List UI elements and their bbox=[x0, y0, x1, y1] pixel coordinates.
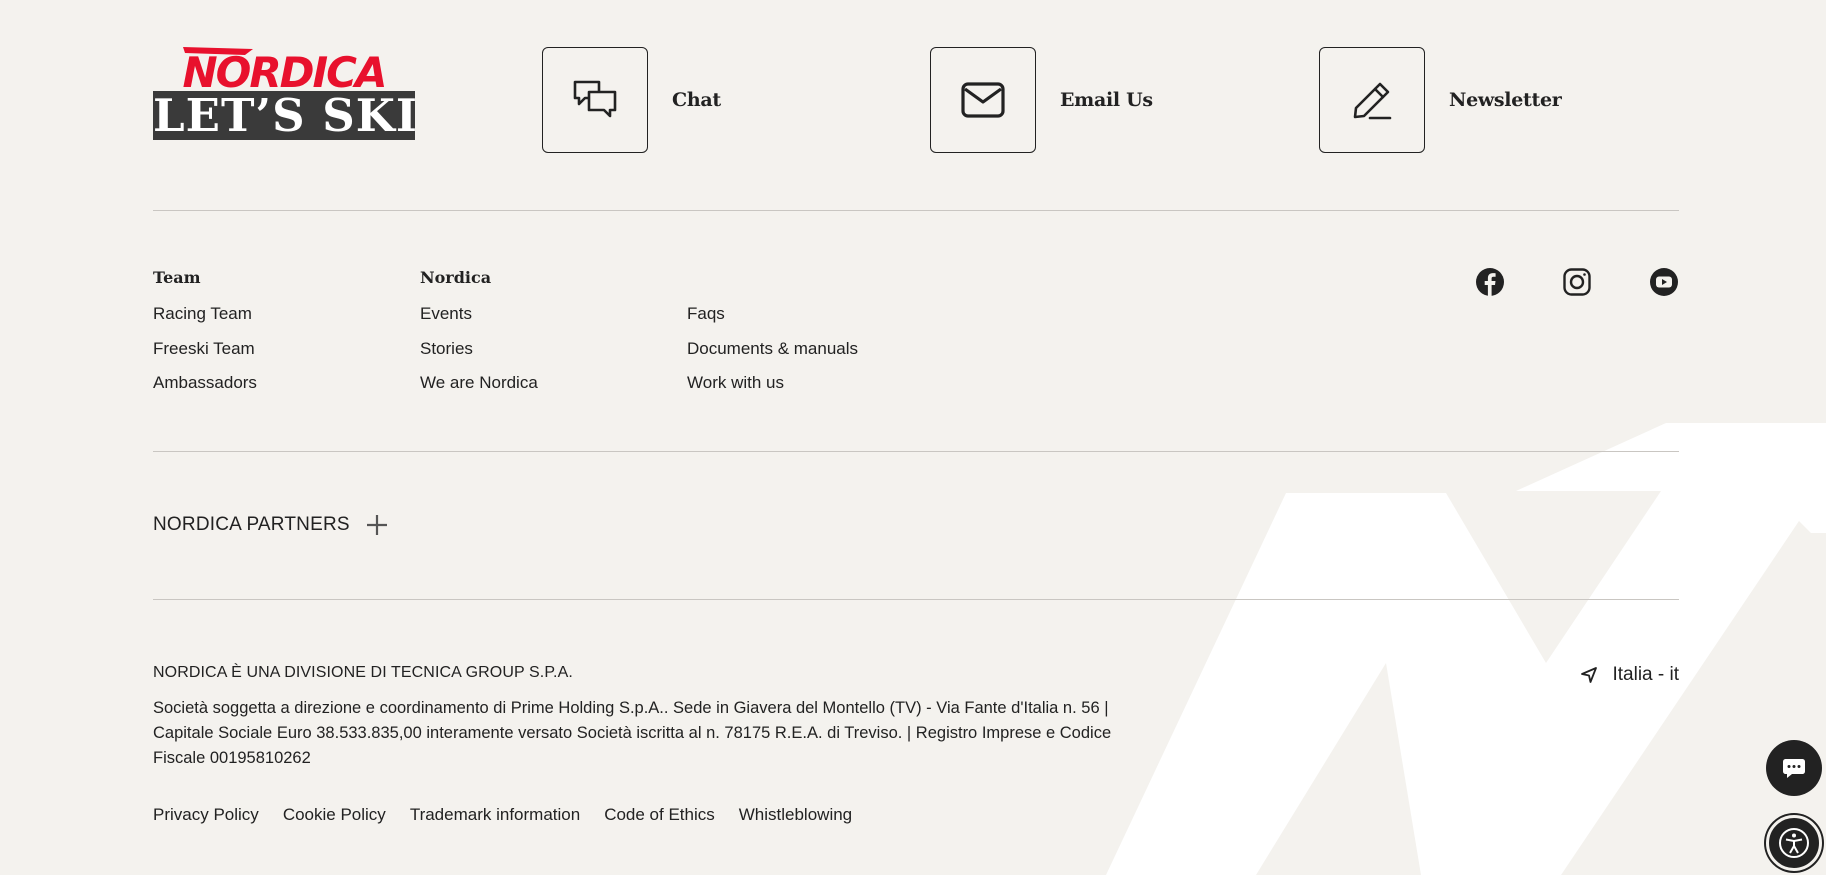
chat-icon bbox=[573, 80, 617, 118]
svg-text:NORDICA: NORDICA bbox=[182, 48, 385, 89]
link-racing-team[interactable]: Racing Team bbox=[153, 302, 257, 337]
link-faqs[interactable]: Faqs bbox=[687, 302, 858, 337]
accessibility-button[interactable] bbox=[1766, 815, 1822, 871]
link-whistleblowing[interactable]: Whistleblowing bbox=[739, 805, 852, 825]
link-events[interactable]: Events bbox=[420, 302, 538, 337]
chat-box[interactable] bbox=[542, 47, 648, 153]
chat-widget-button[interactable] bbox=[1766, 740, 1822, 796]
company-title: NORDICA È UNA DIVISIONE DI TECNICA GROUP… bbox=[153, 664, 573, 681]
divider bbox=[153, 210, 1679, 211]
link-trademark-information[interactable]: Trademark information bbox=[410, 805, 580, 825]
legal-links: Privacy Policy Cookie Policy Trademark i… bbox=[153, 805, 852, 825]
facebook-icon[interactable] bbox=[1475, 267, 1505, 297]
nordica-logo[interactable]: NORDICA LET’S SKI bbox=[153, 47, 415, 140]
instagram-icon[interactable] bbox=[1562, 267, 1592, 297]
email-contact[interactable]: Email Us bbox=[930, 47, 1153, 153]
location-arrow-icon bbox=[1581, 667, 1598, 683]
background-n-mark bbox=[1106, 423, 1826, 875]
link-documents-manuals[interactable]: Documents & manuals bbox=[687, 337, 858, 372]
support-column: Faqs Documents & manuals Work with us bbox=[687, 268, 858, 406]
link-privacy-policy[interactable]: Privacy Policy bbox=[153, 805, 259, 825]
legal-text: Società soggetta a direzione e coordinam… bbox=[153, 699, 1112, 767]
column-heading-team: Team bbox=[153, 268, 201, 287]
link-stories[interactable]: Stories bbox=[420, 337, 538, 372]
team-column: Team Racing Team Freeski Team Ambassador… bbox=[153, 268, 257, 406]
partners-toggle[interactable]: NORDICA PARTNERS bbox=[153, 514, 388, 536]
accessibility-icon bbox=[1779, 828, 1809, 858]
column-heading-support bbox=[687, 268, 858, 292]
nordica-column: Nordica Events Stories We are Nordica bbox=[420, 268, 538, 406]
locale-selector[interactable]: Italia - it bbox=[1580, 664, 1679, 686]
link-work-with-us[interactable]: Work with us bbox=[687, 371, 858, 406]
pencil-icon bbox=[1353, 82, 1392, 120]
logo-tagline: LET’S SKI bbox=[153, 91, 415, 140]
newsletter-label: Newsletter bbox=[1449, 89, 1562, 111]
email-label: Email Us bbox=[1060, 89, 1153, 111]
link-we-are-nordica[interactable]: We are Nordica bbox=[420, 371, 538, 406]
link-cookie-policy[interactable]: Cookie Policy bbox=[283, 805, 386, 825]
divider bbox=[153, 599, 1679, 600]
plus-icon bbox=[366, 515, 387, 535]
newsletter-contact[interactable]: Newsletter bbox=[1319, 47, 1562, 153]
partners-label: NORDICA PARTNERS bbox=[153, 514, 350, 535]
locale-label: Italia - it bbox=[1612, 664, 1679, 685]
nordica-wordmark: NORDICA bbox=[182, 47, 388, 89]
newsletter-box[interactable] bbox=[1319, 47, 1425, 153]
link-ambassadors[interactable]: Ambassadors bbox=[153, 371, 257, 406]
chat-bubble-icon bbox=[1783, 759, 1805, 778]
email-box[interactable] bbox=[930, 47, 1036, 153]
link-freeski-team[interactable]: Freeski Team bbox=[153, 337, 257, 372]
divider bbox=[153, 451, 1679, 452]
social-links bbox=[1475, 267, 1679, 297]
link-code-of-ethics[interactable]: Code of Ethics bbox=[604, 805, 715, 825]
mail-icon bbox=[961, 82, 1005, 118]
youtube-icon[interactable] bbox=[1649, 267, 1679, 297]
chat-label: Chat bbox=[672, 89, 721, 111]
chat-contact[interactable]: Chat bbox=[542, 47, 721, 153]
column-heading-nordica: Nordica bbox=[420, 268, 492, 287]
